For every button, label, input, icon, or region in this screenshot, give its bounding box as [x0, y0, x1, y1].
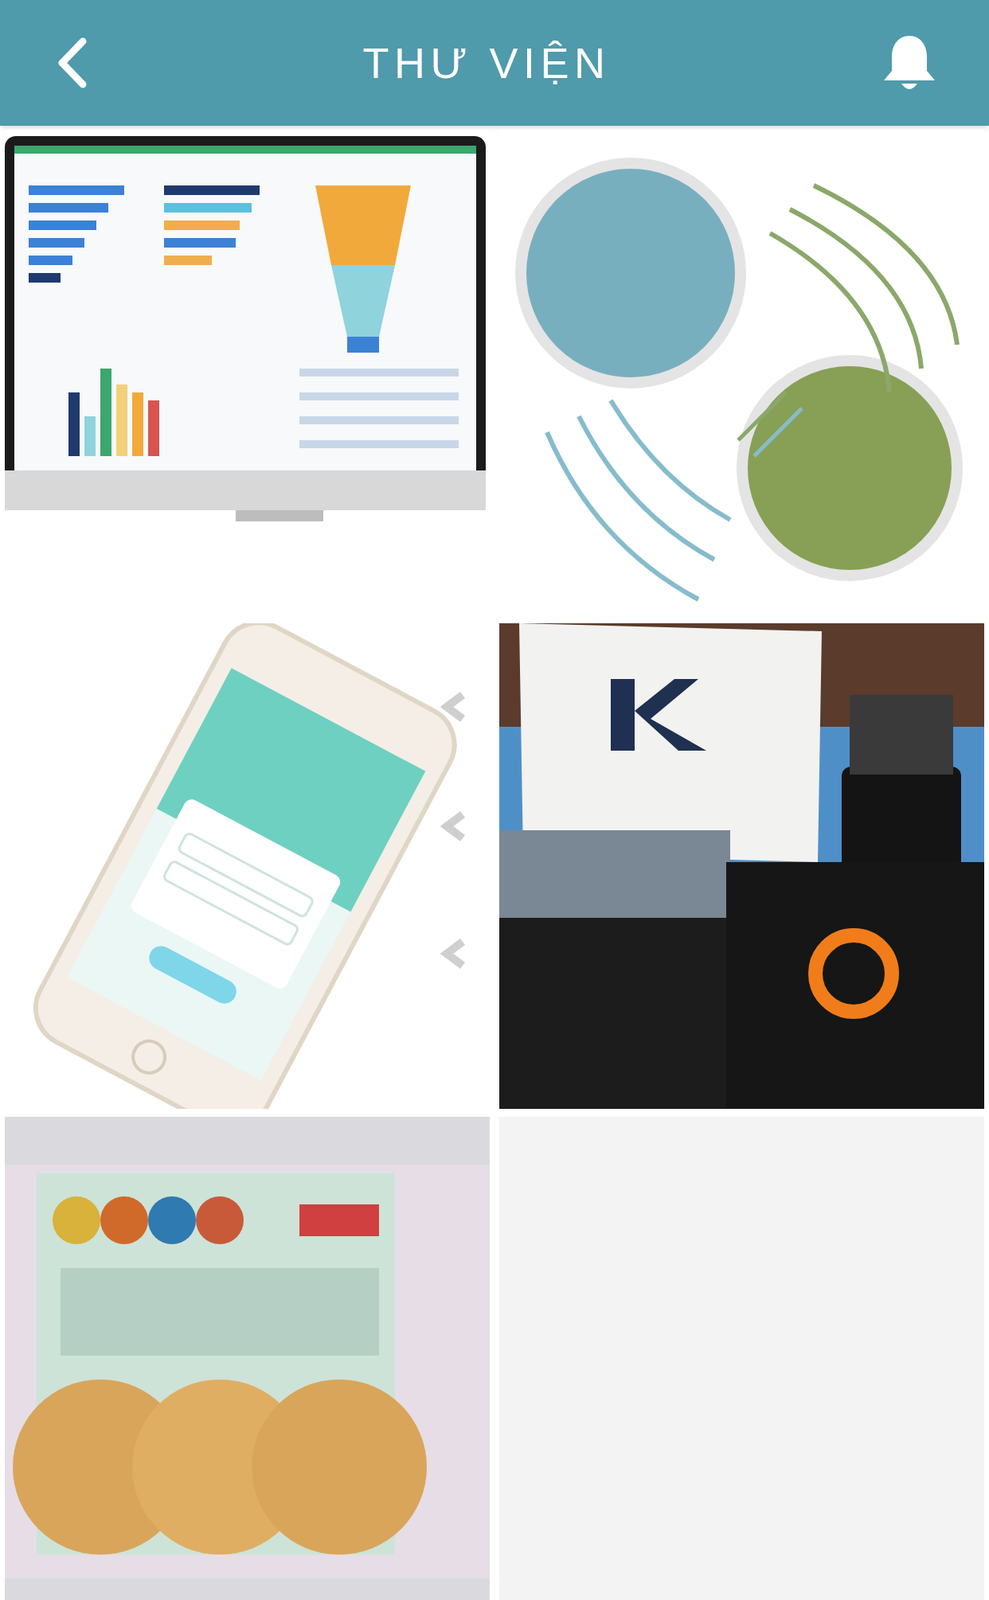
library-grid [0, 125, 989, 1600]
notification-button[interactable] [877, 31, 942, 95]
library-thumbnail[interactable] [499, 623, 985, 1110]
app-header: THƯ VIỆN [0, 0, 989, 126]
library-thumbnail[interactable] [4, 129, 490, 616]
chevron-left-icon [55, 36, 88, 90]
back-button[interactable] [47, 31, 96, 95]
library-thumbnail[interactable] [4, 623, 490, 1110]
library-thumbnail[interactable] [4, 1117, 490, 1600]
bell-icon [880, 32, 939, 94]
empty-cell [499, 1117, 985, 1600]
page-title: THƯ VIỆN [363, 31, 611, 96]
library-thumbnail[interactable] [499, 129, 985, 616]
